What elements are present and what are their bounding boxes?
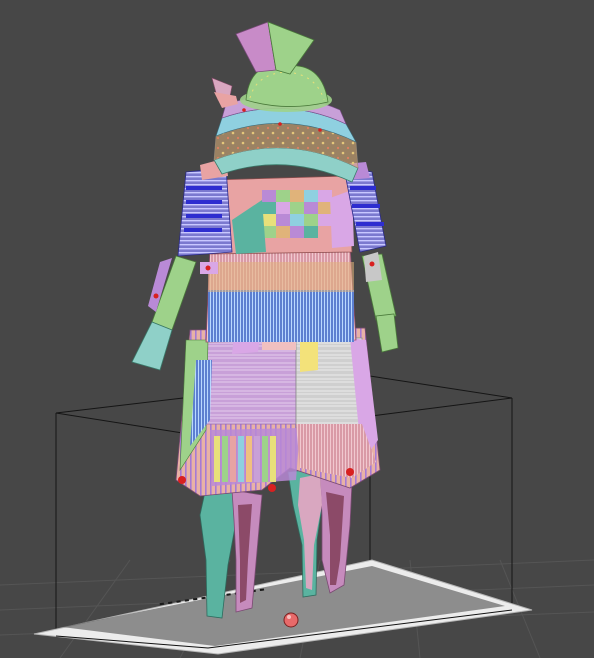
helmet[interactable] (211, 21, 359, 183)
3d-viewport[interactable]: ▬ ▬ ▬ ▬ ▬ ▬ ▬ ▬ ▬ ▬ ▬ ▬ ▬ (0, 0, 594, 658)
scene-canvas[interactable]: ▬ ▬ ▬ ▬ ▬ ▬ ▬ ▬ ▬ ▬ ▬ ▬ ▬ (0, 0, 594, 658)
pivot-gizmo[interactable] (283, 612, 299, 628)
arm-guard-right[interactable] (361, 252, 399, 353)
chest-plate-tiles (262, 190, 332, 238)
armor-skirt[interactable] (175, 327, 381, 497)
